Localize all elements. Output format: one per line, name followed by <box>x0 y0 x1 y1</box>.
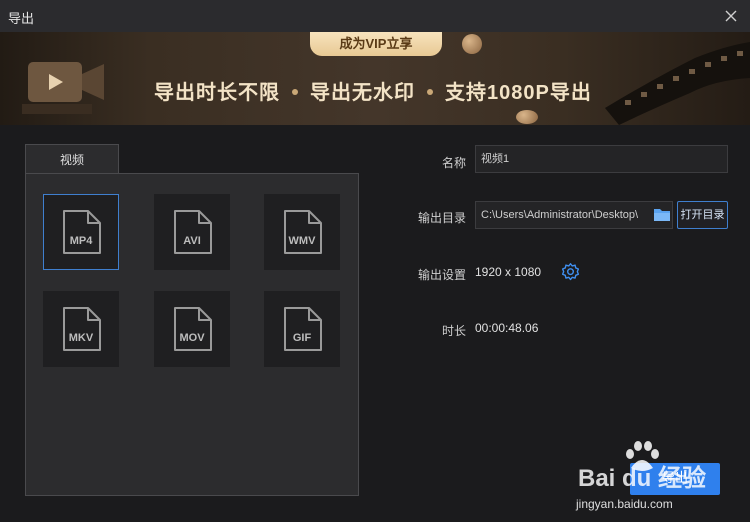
file-icon <box>63 307 101 351</box>
open-directory-button[interactable]: 打开目录 <box>677 201 728 229</box>
format-wmv[interactable]: WMV <box>264 194 340 270</box>
coin-decoration <box>462 34 482 54</box>
vip-badge: 成为VIP立享 <box>310 32 442 56</box>
coin-decoration <box>516 110 538 124</box>
film-strip-icon <box>605 42 750 125</box>
format-mp4[interactable]: MP4 <box>43 194 119 270</box>
banner-feature: 支持1080P导出 <box>445 82 592 104</box>
format-label: MOV <box>179 332 205 344</box>
name-label: 名称 <box>441 156 466 170</box>
window-title: 导出 <box>8 12 35 27</box>
file-icon <box>174 210 212 254</box>
format-label: WMV <box>288 235 316 247</box>
format-mkv[interactable]: MKV <box>43 291 119 367</box>
separator-dot <box>292 88 298 95</box>
output-settings-label: 输出设置 <box>417 268 466 282</box>
watermark-url: jingyan.baidu.com <box>576 497 673 511</box>
format-panel: MP4 AVI WMV MKV MOV GIF <box>25 173 359 496</box>
format-label: MKV <box>68 332 94 344</box>
format-mov[interactable]: MOV <box>154 291 230 367</box>
watermark-logo: Bai du 经验 <box>578 465 707 492</box>
duration-label: 时长 <box>441 324 466 338</box>
separator-dot <box>427 88 433 95</box>
banner-feature: 导出无水印 <box>310 82 415 104</box>
file-icon <box>174 307 212 351</box>
format-gif[interactable]: GIF <box>264 291 340 367</box>
close-icon[interactable] <box>722 7 740 25</box>
vip-banner[interactable]: 成为VIP立享 导出时长不限 导出无水印 支持1080P导出 <box>0 32 750 125</box>
banner-feature: 导出时长不限 <box>154 82 280 104</box>
file-icon <box>284 210 322 254</box>
duration-value: 00:00:48.06 <box>475 321 539 335</box>
output-dir-label: 输出目录 <box>417 211 466 225</box>
output-dir-input[interactable]: C:\Users\Administrator\Desktop\ <box>475 201 673 229</box>
gear-icon[interactable] <box>560 262 581 283</box>
format-avi[interactable]: AVI <box>154 194 230 270</box>
format-label: MP4 <box>69 235 93 247</box>
file-icon <box>284 307 322 351</box>
watermark: Bai du 经验 jingyan.baidu.com <box>570 440 740 515</box>
file-icon <box>63 210 101 254</box>
format-label: AVI <box>183 235 201 247</box>
format-label: GIF <box>292 332 312 344</box>
name-input[interactable]: 视频1 <box>475 145 728 173</box>
tab-video[interactable]: 视频 <box>25 144 119 174</box>
title-bar: 导出 <box>0 0 750 32</box>
folder-icon[interactable] <box>653 207 671 222</box>
output-settings-value: 1920 x 1080 <box>475 265 542 279</box>
video-camera-icon <box>22 62 104 114</box>
banner-features: 导出时长不限 导出无水印 支持1080P导出 <box>154 76 592 105</box>
